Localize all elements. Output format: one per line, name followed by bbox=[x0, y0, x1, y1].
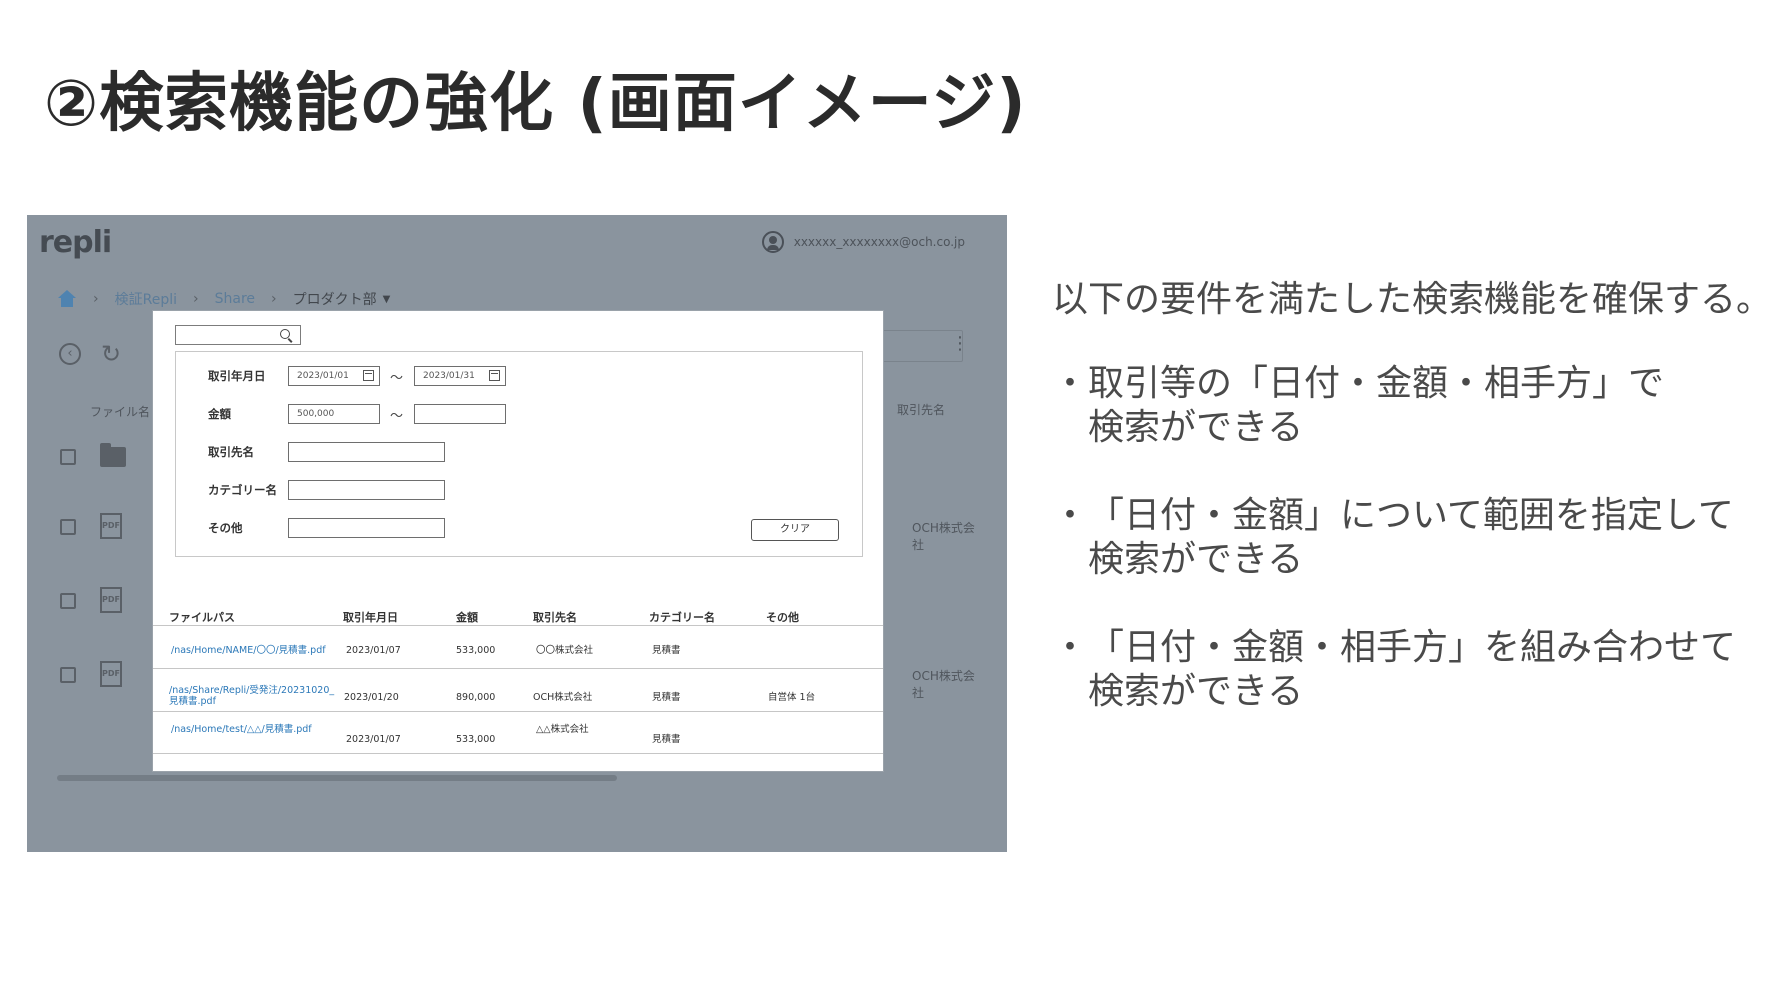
date-from-value: 2023/01/01 bbox=[297, 371, 349, 381]
file-path-link[interactable]: /nas/Share/Repli/受発注/20231020_ bbox=[169, 685, 334, 696]
column-header: ファイルパス bbox=[169, 611, 235, 624]
row-amount: 533,000 bbox=[456, 645, 496, 656]
caret-down-icon[interactable]: ▼ bbox=[383, 294, 391, 305]
chevron-right-icon: › bbox=[93, 291, 99, 307]
column-header: 金額 bbox=[456, 611, 478, 624]
breadcrumb-item[interactable]: 検証Repli bbox=[115, 289, 177, 309]
amount-from-field[interactable]: 500,000 bbox=[288, 404, 380, 424]
divider bbox=[153, 625, 883, 626]
file-path-link-cont[interactable]: 見積書.pdf bbox=[169, 696, 216, 707]
divider bbox=[153, 753, 883, 754]
breadcrumb-item[interactable]: Share bbox=[215, 291, 255, 307]
description-intro: 以下の要件を満たした検索機能を確保する。 bbox=[1052, 279, 1773, 320]
requirement-line: 「日付・金額」について範囲を指定して bbox=[1088, 495, 1734, 536]
refresh-icon[interactable]: ↻ bbox=[101, 342, 121, 366]
row-category: 見積書 bbox=[652, 734, 681, 745]
user-email: xxxxxx_xxxxxxxx@och.co.jp bbox=[793, 235, 965, 249]
row-category: 見積書 bbox=[652, 692, 681, 703]
back-icon[interactable]: ‹ bbox=[59, 343, 81, 365]
date-to-value: 2023/01/31 bbox=[423, 371, 475, 381]
row-checkbox[interactable] bbox=[60, 449, 76, 465]
row-partner: OCH株式会社 bbox=[533, 692, 593, 703]
row-checkbox[interactable] bbox=[60, 593, 76, 609]
slide-title: ②検索機能の強化 (画面イメージ) bbox=[44, 67, 1027, 141]
bullet-mark: ・ bbox=[1052, 495, 1089, 536]
row-checkbox[interactable] bbox=[60, 519, 76, 535]
requirement-line: 検索ができる bbox=[1088, 671, 1304, 712]
column-header: 取引先名 bbox=[533, 611, 577, 624]
folder-icon bbox=[100, 443, 126, 467]
requirement-line: 取引等の「日付・金額・相手方」で bbox=[1088, 363, 1665, 404]
home-icon[interactable] bbox=[57, 290, 77, 308]
filter-label-date: 取引年月日 bbox=[208, 369, 266, 383]
breadcrumb-current[interactable]: プロダクト部 bbox=[293, 289, 377, 309]
bullet-mark: ・ bbox=[1052, 627, 1089, 668]
search-input[interactable] bbox=[175, 325, 301, 345]
requirement-line: 「日付・金額・相手方」を組み合わせて bbox=[1088, 627, 1737, 668]
partner-field[interactable] bbox=[288, 442, 445, 462]
toolbar: ‹ ↻ bbox=[59, 342, 121, 366]
divider bbox=[153, 668, 883, 669]
row-amount: 890,000 bbox=[456, 692, 496, 703]
column-header: 取引年月日 bbox=[343, 611, 398, 624]
row-checkbox[interactable] bbox=[60, 667, 76, 683]
row-partner: 〇〇株式会社 bbox=[536, 645, 594, 656]
filter-panel: 取引年月日 2023/01/01 〜 2023/01/31 金額 500,000… bbox=[175, 351, 863, 557]
user-menu[interactable]: xxxxxx_xxxxxxxx@och.co.jp bbox=[761, 231, 965, 253]
amount-to-field[interactable] bbox=[414, 404, 506, 424]
app-logo: repli bbox=[39, 225, 112, 260]
file-path-link[interactable]: /nas/Home/test/△△/見積書.pdf bbox=[171, 724, 312, 735]
search-icon[interactable] bbox=[280, 329, 290, 339]
row-date: 2023/01/20 bbox=[344, 692, 399, 703]
file-path-link[interactable]: /nas/Home/NAME/〇〇/見積書.pdf bbox=[171, 645, 326, 656]
range-separator: 〜 bbox=[390, 371, 404, 386]
requirement-line: 検索ができる bbox=[1088, 539, 1304, 580]
pdf-icon: PDF bbox=[100, 587, 122, 613]
filter-label-other: その他 bbox=[208, 521, 243, 535]
column-header: カテゴリー名 bbox=[649, 611, 715, 624]
bullet-mark: ・ bbox=[1052, 363, 1089, 404]
clear-button[interactable]: クリア bbox=[751, 519, 839, 541]
search-dialog: 取引年月日 2023/01/01 〜 2023/01/31 金額 500,000… bbox=[152, 310, 884, 772]
row-date: 2023/01/07 bbox=[346, 734, 401, 745]
row-amount: 533,000 bbox=[456, 734, 496, 745]
amount-from-value: 500,000 bbox=[297, 409, 335, 419]
column-header-file: ファイル名 bbox=[90, 405, 151, 419]
pdf-icon: PDF bbox=[100, 513, 122, 539]
row-date: 2023/01/07 bbox=[346, 645, 401, 656]
user-account-icon[interactable] bbox=[761, 231, 784, 253]
other-field[interactable] bbox=[288, 518, 445, 538]
pdf-icon: PDF bbox=[100, 661, 122, 687]
filter-label-partner: 取引先名 bbox=[208, 445, 254, 459]
row-category: 見積書 bbox=[652, 645, 681, 656]
horizontal-scrollbar[interactable] bbox=[57, 775, 617, 781]
chevron-right-icon: › bbox=[193, 291, 199, 307]
row-partner: OCH株式会社 bbox=[912, 521, 975, 552]
row-partner: △△株式会社 bbox=[536, 724, 589, 735]
column-header: その他 bbox=[766, 611, 799, 624]
date-from-field[interactable]: 2023/01/01 bbox=[288, 366, 380, 386]
app-screenshot: repli xxxxxx_xxxxxxxx@och.co.jp › 検証Repl… bbox=[27, 215, 1007, 852]
filter-label-amount: 金額 bbox=[208, 407, 231, 421]
column-header-partner: 取引先名 bbox=[897, 403, 946, 417]
divider bbox=[153, 711, 883, 712]
more-menu-icon[interactable]: ⋮ bbox=[951, 333, 969, 354]
row-other: 自営体 1台 bbox=[768, 692, 816, 703]
requirement-line: 検索ができる bbox=[1088, 407, 1304, 448]
filter-label-category: カテゴリー名 bbox=[208, 483, 277, 497]
chevron-right-icon: › bbox=[271, 291, 277, 307]
category-field[interactable] bbox=[288, 480, 445, 500]
row-partner: OCH株式会社 bbox=[912, 669, 975, 700]
range-separator: 〜 bbox=[390, 409, 404, 424]
calendar-icon[interactable] bbox=[489, 370, 500, 381]
calendar-icon[interactable] bbox=[363, 370, 374, 381]
date-to-field[interactable]: 2023/01/31 bbox=[414, 366, 506, 386]
breadcrumb: › 検証Repli › Share › プロダクト部 ▼ bbox=[57, 289, 390, 309]
